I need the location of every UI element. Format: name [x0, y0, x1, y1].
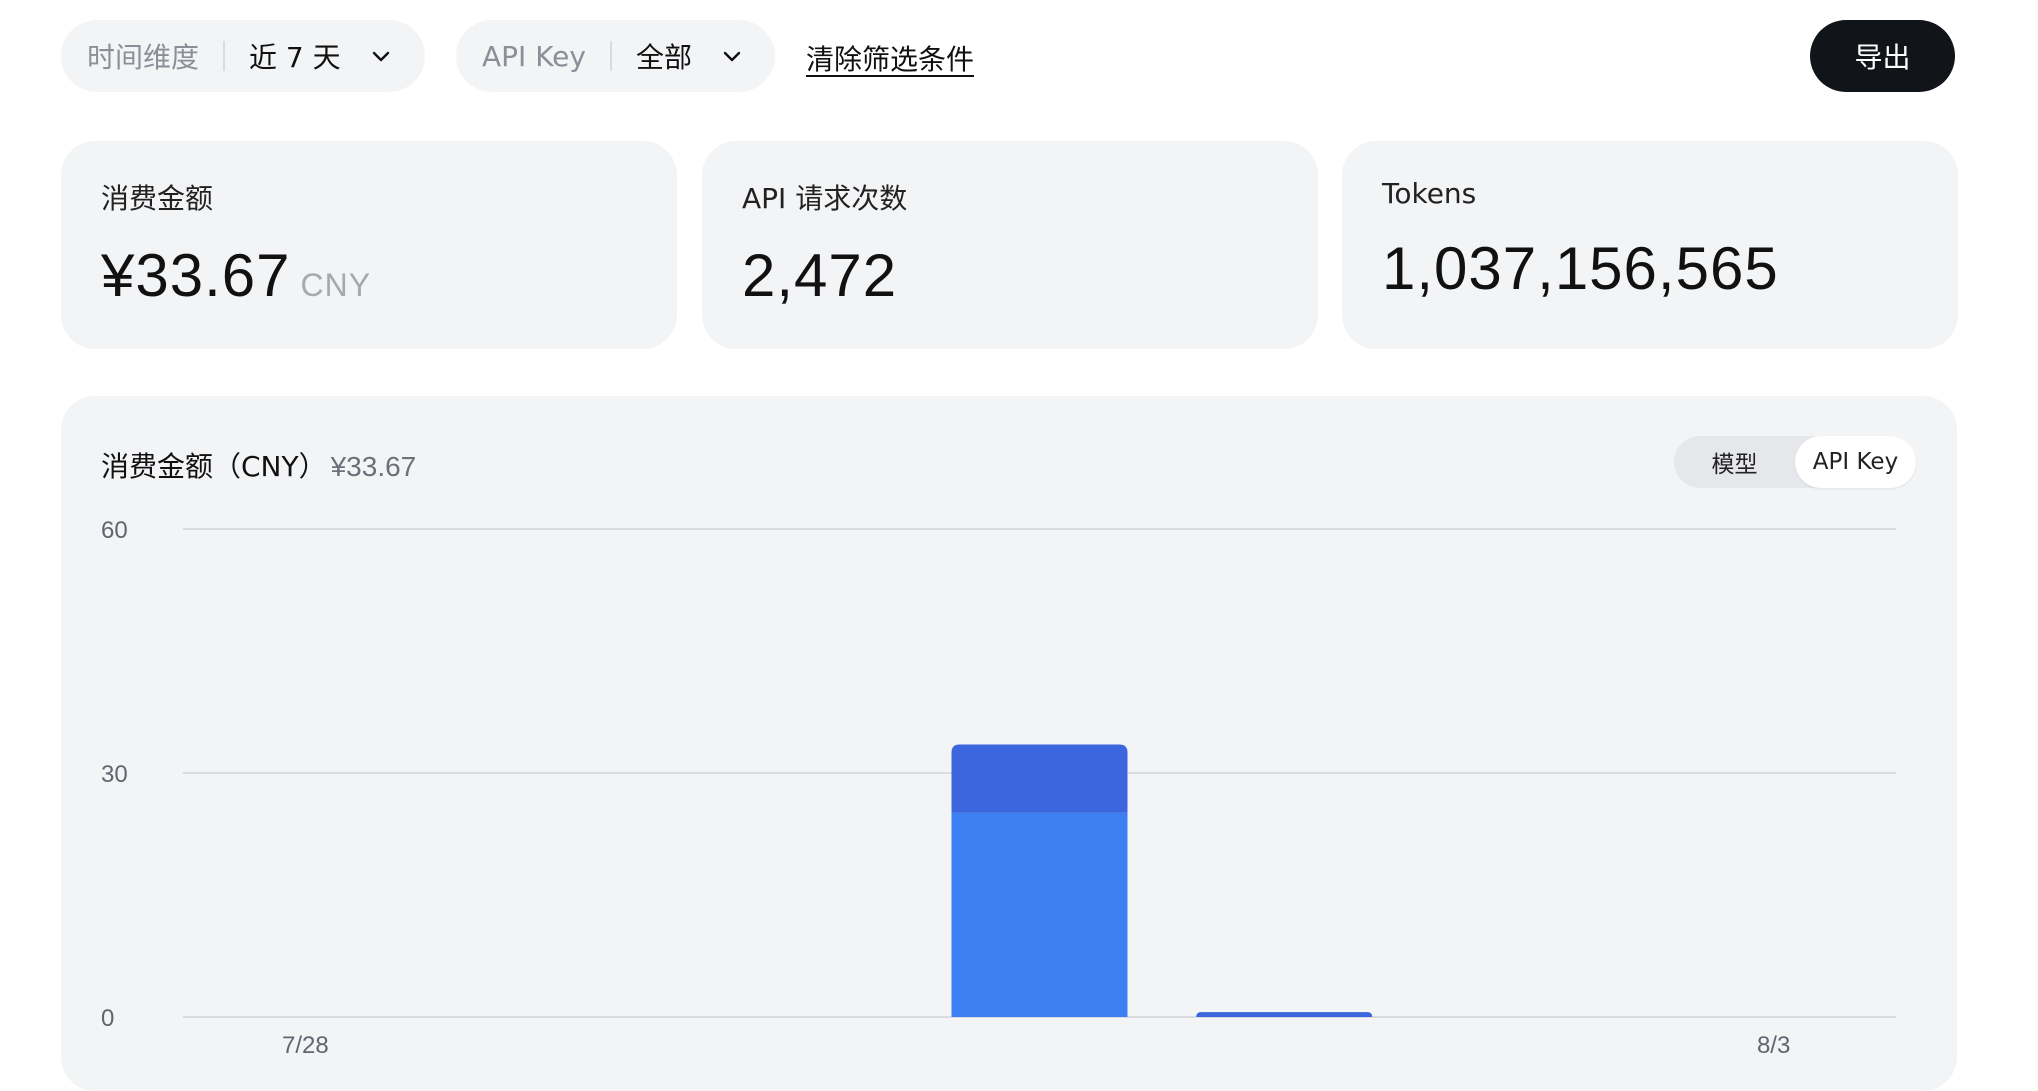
bar-segment	[951, 812, 1128, 1017]
spend-bar-chart: 0 30 60 7/28 8/3	[101, 517, 1896, 1059]
spend-card: 消费金额 ¥33.67 CNY	[61, 141, 677, 349]
spend-card-value-row: ¥33.67 CNY	[101, 241, 637, 310]
clear-filters-link[interactable]: 清除筛选条件	[806, 38, 974, 78]
requests-card-title: API 请求次数	[742, 182, 908, 215]
time-range-filter-value: 近 7 天	[249, 41, 341, 74]
chevron-down-icon	[369, 44, 393, 68]
time-range-filter[interactable]: 时间维度 近 7 天	[61, 20, 425, 92]
export-button[interactable]: 导出	[1810, 20, 1955, 92]
spend-card-value: ¥33.67	[101, 242, 291, 309]
chevron-down-icon	[720, 44, 744, 68]
x-tick-label: 8/3	[1757, 1032, 1790, 1059]
filter-divider	[223, 41, 226, 71]
time-range-filter-label: 时间维度	[87, 41, 200, 74]
spend-card-unit: CNY	[300, 267, 372, 303]
api-key-filter[interactable]: API Key 全部	[456, 20, 775, 92]
filter-divider	[609, 41, 612, 71]
bar-segment	[1196, 1012, 1373, 1017]
spend-chart-panel: 消费金额（CNY） ¥33.67 模型 API Key 0 30 60 7/28 8/3	[61, 396, 1957, 1091]
tokens-card-value: 1,037,156,565	[1382, 235, 1779, 302]
y-tick-label: 0	[101, 1005, 114, 1032]
api-key-filter-value: 全部	[635, 41, 692, 74]
x-tick-label: 7/28	[282, 1032, 329, 1059]
y-tick-label: 30	[101, 761, 128, 788]
api-key-filter-label: API Key	[482, 39, 586, 73]
tokens-card-title: Tokens	[1382, 177, 1477, 210]
y-tick-label: 60	[101, 517, 128, 544]
tokens-card: Tokens 1,037,156,565	[1342, 141, 1958, 349]
requests-card: API 请求次数 2,472	[702, 141, 1318, 349]
bar-segment	[951, 744, 1128, 813]
spend-card-title: 消费金额	[101, 182, 214, 215]
requests-card-value: 2,472	[742, 242, 898, 309]
